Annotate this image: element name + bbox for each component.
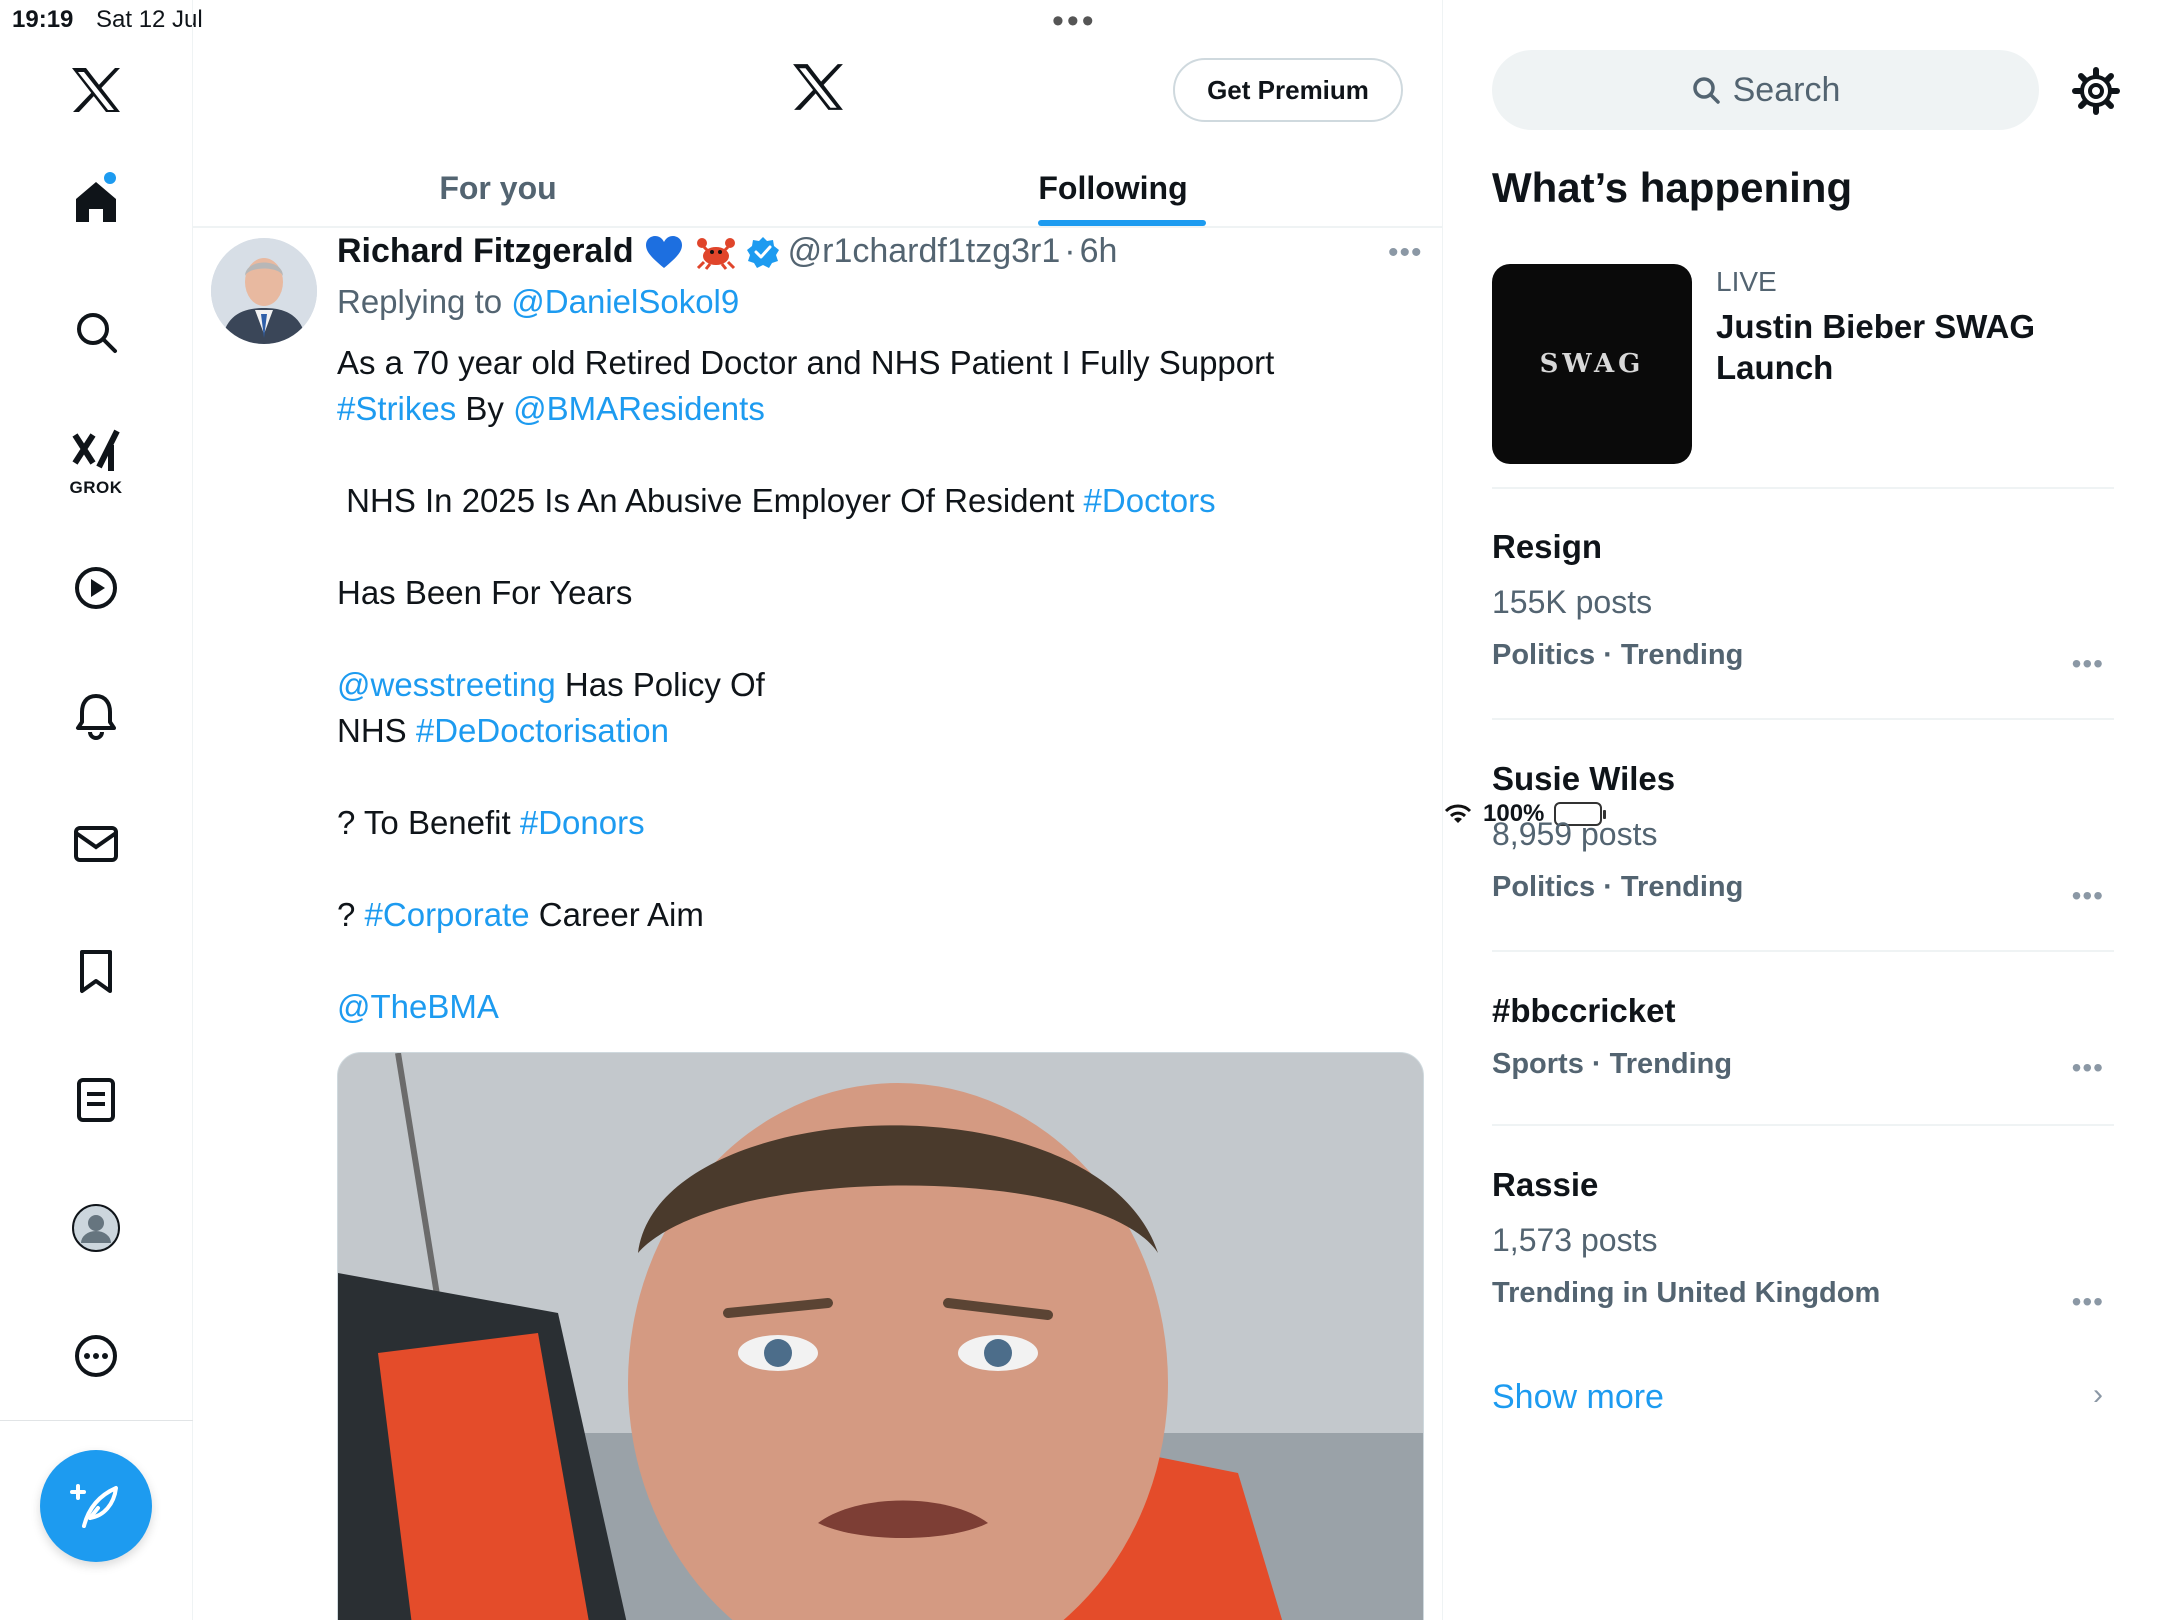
tweet-text: As a 70 year old Retired Doctor and NHS … <box>337 340 1387 1030</box>
tweet-time[interactable]: 6h <box>1080 232 1118 271</box>
tweet-text-fragment: NHS In 2025 Is An Abusive Employer Of Re… <box>337 482 1084 519</box>
trend-more-icon[interactable]: ••• <box>2072 1052 2104 1084</box>
verified-badge-icon <box>746 236 779 268</box>
lists-icon[interactable] <box>56 1060 136 1140</box>
author-avatar[interactable] <box>211 238 317 344</box>
mention-link[interactable]: @wesstreeting <box>337 666 556 703</box>
tweet-text-fragment: ? To Benefit <box>337 804 520 841</box>
blue-heart-icon <box>645 235 682 268</box>
trend-category: Sports · Trending <box>1492 1048 1733 1080</box>
author-handle[interactable]: @r1chardf1tzg3r1 <box>788 232 1061 271</box>
tweet-text-fragment: NHS <box>337 712 416 749</box>
bookmarks-icon[interactable] <box>56 932 136 1012</box>
compose-button[interactable] <box>40 1450 152 1562</box>
tweet-text-fragment: ? <box>337 896 365 933</box>
home-icon[interactable] <box>56 162 136 242</box>
trend-divider <box>1492 487 2114 489</box>
trend-divider <box>1492 718 2114 720</box>
trend-category: Trending in United Kingdom <box>1492 1277 1881 1309</box>
x-header-logo-icon <box>791 62 845 117</box>
compose-icon <box>70 1484 118 1528</box>
replying-prefix: Replying to <box>337 283 503 320</box>
whats-happening-heading: What’s happening <box>1492 164 1853 211</box>
more-icon[interactable] <box>56 1316 136 1396</box>
notifications-icon[interactable] <box>56 676 136 756</box>
notification-dot <box>104 172 116 184</box>
tweet-header: Richard Fitzgerald @r1chardf1tzg3r1 · 6h <box>337 232 1117 271</box>
tweet-more-icon[interactable]: ••• <box>1388 236 1423 270</box>
trend-divider <box>1492 950 2114 952</box>
live-event-thumbnail[interactable]: SWAG <box>1492 264 1692 464</box>
trend-post-count: 1,573 posts <box>1492 1222 1658 1258</box>
author-name[interactable]: Richard Fitzgerald <box>337 232 634 271</box>
search-icon[interactable] <box>56 292 136 372</box>
search-input[interactable]: Search <box>1492 50 2039 130</box>
trend-post-count: 8,959 posts <box>1492 816 1658 852</box>
grok-label: GROK <box>69 478 123 497</box>
trend-title: #bbccricket <box>1492 992 1676 1029</box>
hashtag-link[interactable]: #Doctors <box>1084 482 1216 519</box>
settings-gear-icon[interactable] <box>2071 66 2121 116</box>
crab-icon <box>696 237 735 270</box>
trend-category: Politics · Trending <box>1492 871 1744 903</box>
hashtag-link[interactable]: #Strikes <box>337 390 456 427</box>
sidebar-divider <box>0 1420 193 1421</box>
trend-more-icon[interactable]: ••• <box>2072 648 2104 680</box>
get-premium-button[interactable]: Get Premium <box>1173 58 1403 122</box>
hashtag-link[interactable]: #DeDoctorisation <box>416 712 669 749</box>
live-event-title[interactable]: Justin Bieber SWAG Launch <box>1716 306 2136 388</box>
replying-to-handle[interactable]: @DanielSokol9 <box>511 283 739 320</box>
trend-post-count: 155K posts <box>1492 584 1653 620</box>
tab-for-you[interactable]: For you <box>193 150 803 226</box>
messages-icon[interactable] <box>56 804 136 884</box>
timeline: Get Premium For you Following Richard Fi… <box>193 0 1443 1620</box>
tweet-text-line: Has Been For Years <box>337 574 633 611</box>
trend-item[interactable]: Resign 155K posts Politics · Trending ••… <box>1492 528 2114 679</box>
sidebar: GROK <box>0 0 193 1620</box>
tweet-text-fragment: By <box>456 390 514 427</box>
trend-more-icon[interactable]: ••• <box>2072 1286 2104 1318</box>
tweet-time-separator: · <box>1064 232 1076 270</box>
hashtag-link[interactable]: #Donors <box>520 804 645 841</box>
video-icon[interactable] <box>56 548 136 628</box>
mention-link[interactable]: @BMAResidents <box>513 390 765 427</box>
tweet-media-image[interactable] <box>337 1052 1424 1620</box>
replying-to: Replying to @DanielSokol9 <box>337 283 739 321</box>
trend-item[interactable]: Susie Wiles 8,959 posts Politics · Trend… <box>1492 760 2114 911</box>
tweet-text-line: As a 70 year old Retired Doctor and NHS … <box>337 344 1275 381</box>
tweet-text-fragment: Career Aim <box>529 896 704 933</box>
profile-icon[interactable] <box>56 1188 136 1268</box>
chevron-right-icon[interactable]: › <box>2093 1378 2103 1412</box>
trend-title: Rassie <box>1492 1166 1599 1203</box>
trend-item[interactable]: Rassie 1,573 posts Trending in United Ki… <box>1492 1166 2114 1317</box>
show-more-link[interactable]: Show more <box>1492 1378 1664 1417</box>
search-placeholder: Search <box>1732 70 1841 109</box>
trend-divider <box>1492 1124 2114 1126</box>
search-icon <box>1692 77 1720 104</box>
trend-category: Politics · Trending <box>1492 639 1744 671</box>
x-logo-icon[interactable] <box>56 50 136 130</box>
tabs-divider <box>193 226 1442 228</box>
trend-title: Resign <box>1492 528 1603 565</box>
hashtag-link[interactable]: #Corporate <box>365 896 530 933</box>
trend-item[interactable]: #bbccricket Sports · Trending ••• <box>1492 992 2114 1084</box>
right-sidebar: Search What’s happening SWAG LIVE Justin… <box>1443 0 2160 1620</box>
tweet-text-fragment: Has Policy Of <box>555 666 765 703</box>
live-label: LIVE <box>1716 266 1777 297</box>
mention-link[interactable]: @TheBMA <box>337 988 499 1025</box>
tab-following[interactable]: Following <box>823 150 1403 226</box>
trend-more-icon[interactable]: ••• <box>2072 880 2104 912</box>
trend-title: Susie Wiles <box>1492 760 1676 797</box>
